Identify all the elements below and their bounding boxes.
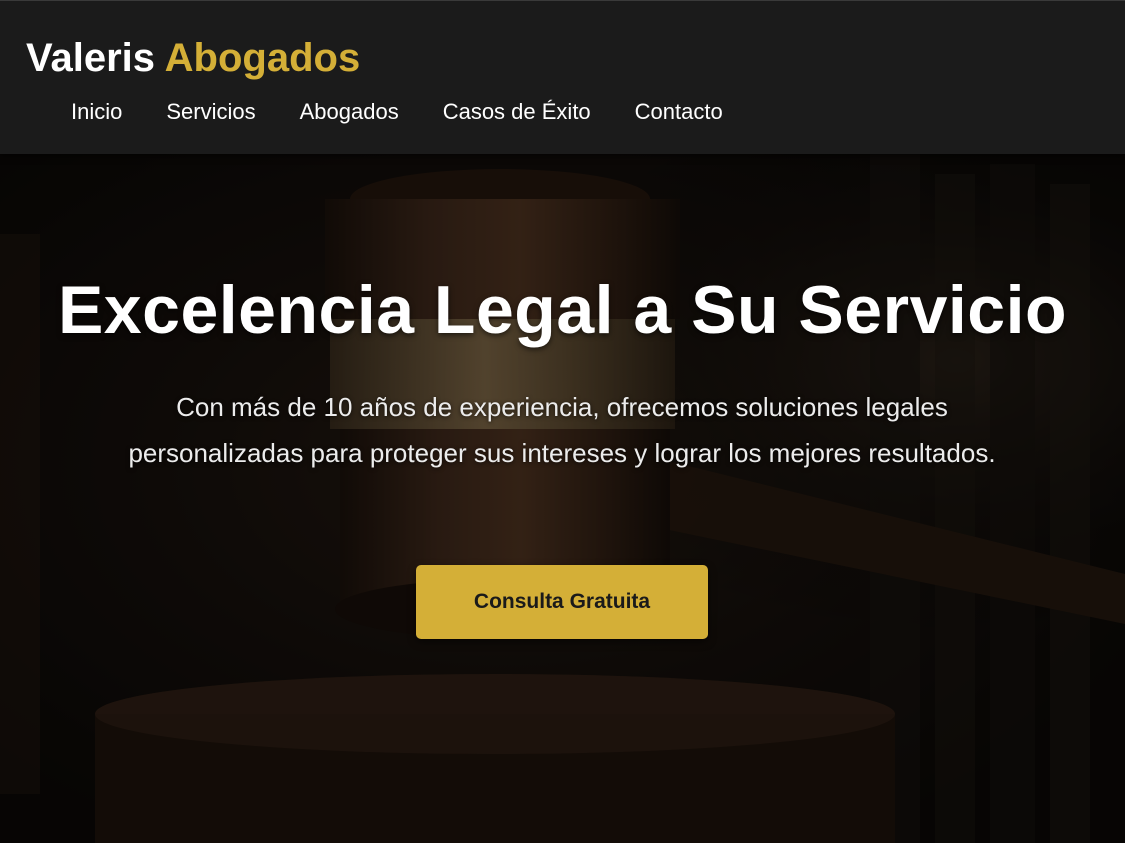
brand-name-accent: Abogados bbox=[164, 36, 361, 80]
brand-logo[interactable]: Valeris Abogados bbox=[26, 35, 360, 81]
nav-item-casos-de-exito[interactable]: Casos de Éxito bbox=[421, 97, 613, 127]
hero-subtitle: Con más de 10 años de experiencia, ofrec… bbox=[128, 392, 996, 468]
brand-name: Valeris bbox=[26, 36, 165, 80]
nav-item-abogados[interactable]: Abogados bbox=[278, 97, 421, 127]
main-nav: Inicio Servicios Abogados Casos de Éxito… bbox=[49, 97, 745, 127]
site-header: Valeris Abogados Inicio Servicios Abogad… bbox=[0, 0, 1125, 154]
nav-item-contacto[interactable]: Contacto bbox=[613, 97, 745, 127]
hero-title: Excelencia Legal a Su Servicio bbox=[57, 272, 1068, 348]
free-consultation-button[interactable]: Consulta Gratuita bbox=[416, 565, 708, 639]
nav-item-servicios[interactable]: Servicios bbox=[144, 97, 277, 127]
nav-item-inicio[interactable]: Inicio bbox=[49, 97, 144, 127]
hero-section: Excelencia Legal a Su Servicio Con más d… bbox=[0, 154, 1125, 843]
hero-overlay bbox=[0, 154, 1125, 843]
